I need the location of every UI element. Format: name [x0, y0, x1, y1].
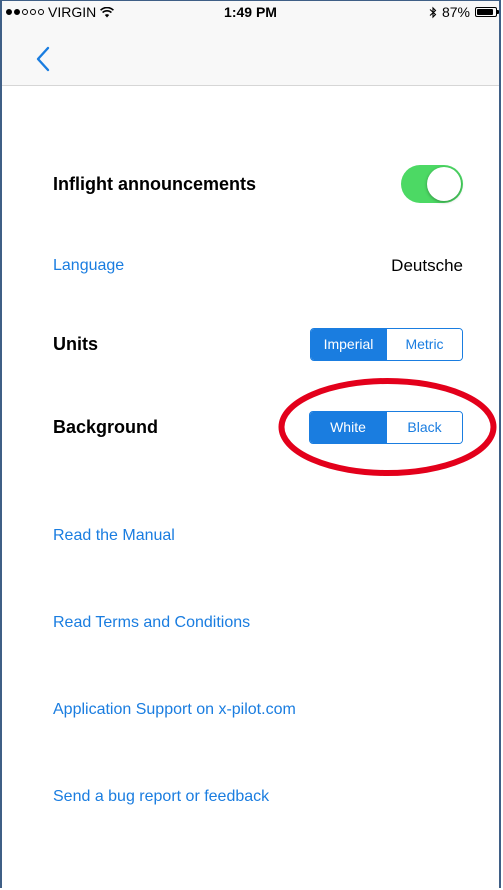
phone-frame: VIRGIN 1:49 PM 87% Inflight announcement… [0, 0, 501, 888]
read-manual-row[interactable]: Read the Manual [53, 523, 463, 549]
background-label: Background [53, 416, 159, 437]
units-segmented-control: Imperial Metric [310, 327, 463, 361]
navigation-bar [2, 23, 499, 86]
bluetooth-icon [429, 6, 437, 18]
support-row[interactable]: Application Support on x-pilot.com [53, 697, 463, 723]
status-right: 87% [429, 4, 499, 20]
background-white-segment[interactable]: White [310, 411, 386, 443]
toggle-knob [427, 167, 461, 201]
units-metric-segment[interactable]: Metric [386, 328, 462, 360]
status-time: 1:49 PM [224, 4, 277, 20]
background-segmented-control: White Black [309, 410, 463, 444]
units-row: Units Imperial Metric [53, 326, 463, 362]
background-black-segment[interactable]: Black [386, 411, 462, 443]
units-label: Units [53, 333, 98, 354]
support-link[interactable]: Application Support on x-pilot.com [53, 701, 296, 719]
language-label[interactable]: Language [53, 257, 124, 275]
feedback-row[interactable]: Send a bug report or feedback [53, 784, 463, 810]
background-row: Background White Black [53, 409, 463, 445]
inflight-announcements-toggle[interactable] [401, 165, 463, 203]
back-button[interactable] [32, 45, 56, 73]
language-value: Deutsche [391, 256, 463, 275]
chevron-left-icon [36, 46, 50, 72]
terms-link[interactable]: Read Terms and Conditions [53, 614, 250, 632]
feedback-link[interactable]: Send a bug report or feedback [53, 788, 269, 806]
inflight-announcements-label: Inflight announcements [53, 173, 257, 194]
battery-icon [475, 7, 499, 17]
terms-row[interactable]: Read Terms and Conditions [53, 610, 463, 636]
inflight-announcements-row: Inflight announcements [53, 164, 463, 204]
status-bar: VIRGIN 1:49 PM 87% [2, 1, 499, 23]
read-manual-link[interactable]: Read the Manual [53, 527, 175, 545]
battery-percent: 87% [441, 4, 470, 20]
units-imperial-segment[interactable]: Imperial [311, 328, 386, 360]
language-row[interactable]: Language Deutsche [53, 253, 463, 279]
battery-level-fill [477, 9, 493, 15]
